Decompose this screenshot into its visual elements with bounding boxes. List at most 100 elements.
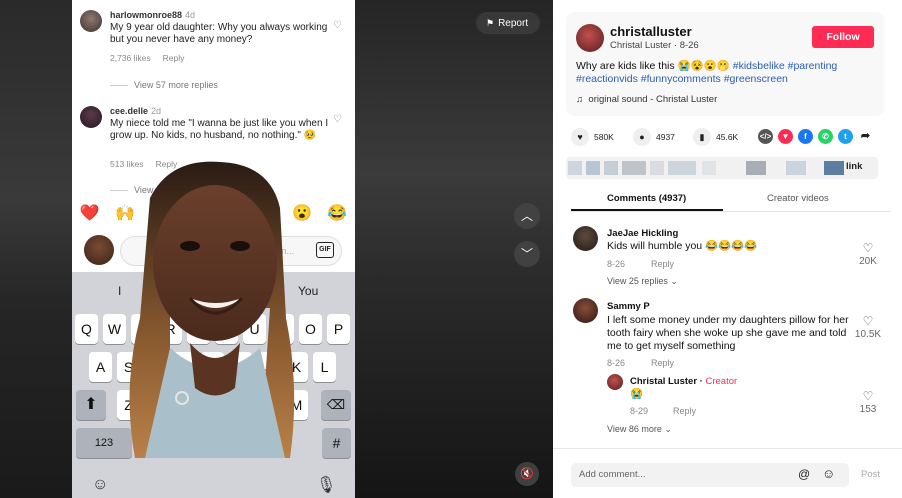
overlay-comment: harlowmonroe88 4d My 9 year old daughter:… (80, 10, 348, 70)
heart-icon: ♡ (333, 114, 342, 125)
view-more-replies-link[interactable]: View 86 more ⌄ (607, 424, 672, 435)
action-bar: ♥ 580K ● 4937 ▮ 45.6K </> ▼ f ✆ t ➦ (571, 127, 891, 147)
video-player[interactable]: harlowmonroe88 4d My 9 year old daughter:… (0, 0, 553, 498)
emoji-icon[interactable]: ☺ (822, 466, 835, 481)
post-caption: Why are kids like this 😭😵😮🫢 #kidsbelike … (576, 60, 838, 85)
tiktok-share-icon[interactable]: ▼ (778, 129, 793, 144)
avatar[interactable] (573, 226, 598, 251)
keyboard-key: P (327, 314, 350, 344)
heart-icon: ♡ (333, 20, 342, 31)
redacted-block (702, 161, 716, 175)
redacted-block (650, 161, 664, 175)
redacted-block (622, 161, 646, 175)
view-replies-link[interactable]: View 25 replies ⌄ (607, 276, 678, 287)
flag-icon: ⚑ (486, 18, 495, 28)
previous-video-button[interactable]: ︿ (514, 203, 540, 229)
report-button[interactable]: ⚑ Report (476, 12, 540, 34)
link-label[interactable]: link (846, 161, 862, 172)
comment-text: Kids will humble you 😂😂😂😂 (607, 240, 758, 252)
music-note-icon: ♫ (576, 94, 584, 105)
tab-underline (571, 209, 723, 211)
comment-button[interactable]: ● 4937 (633, 127, 675, 147)
backspace-key: ⌫ (321, 390, 351, 420)
reply-button[interactable]: Reply (651, 358, 674, 368)
heart-icon: ♡ (862, 389, 874, 403)
chevron-down-icon: ⌄ (670, 276, 678, 286)
post-subtitle: Christal Luster · 8-26 (610, 40, 699, 51)
post-description-card: christalluster Christal Luster · 8-26 Fo… (566, 12, 884, 116)
redacted-block (586, 161, 600, 175)
mute-button[interactable]: 🔇 (515, 462, 539, 486)
comment-text: My 9 year old daughter: Why you always w… (110, 22, 328, 45)
avatar[interactable] (576, 24, 604, 52)
redacted-block (746, 161, 766, 175)
video-blur-left (0, 0, 72, 498)
add-comment-input[interactable]: Add comment... @ ☺ (571, 463, 849, 487)
avatar[interactable] (573, 298, 598, 323)
comment-item: Sammy P I left some money under my daugh… (573, 298, 883, 438)
hashtag-link[interactable]: #funnycomments (641, 73, 721, 85)
comment-item: JaeJae Hickling Kids will humble you 😂😂😂… (573, 226, 883, 290)
comment-username: cee.delle 2d (110, 106, 162, 116)
comment-text: My niece told me "I wanna be just like y… (110, 118, 329, 141)
next-video-button[interactable]: ﹀ (514, 241, 540, 267)
comment-meta: 2,736 likes Reply (110, 53, 185, 63)
post-username[interactable]: christalluster (610, 24, 692, 39)
post-button[interactable]: Post (861, 469, 880, 480)
keyboard-key: A (89, 352, 112, 382)
reply-text: 😭 (630, 388, 644, 400)
avatar[interactable] (607, 374, 623, 390)
comment-author[interactable]: JaeJae Hickling (607, 228, 678, 239)
hashtag-link[interactable]: #greenscreen (724, 73, 788, 85)
copy-link-bar[interactable]: link (566, 157, 878, 179)
chevron-down-icon: ﹀ (520, 247, 533, 261)
emoji-reaction: ❤️ (79, 205, 100, 222)
share-arrow-icon[interactable]: ➦ (858, 129, 873, 144)
redacted-block (824, 161, 844, 175)
heart-icon: ♥ (571, 128, 589, 146)
twitter-icon[interactable]: t (838, 129, 853, 144)
reply-author[interactable]: Christal Luster · Creator (630, 376, 737, 387)
tab-comments[interactable]: Comments (4937) (607, 193, 686, 204)
comment-username: harlowmonroe88 4d (110, 10, 196, 20)
avatar (80, 10, 102, 32)
microphone-icon: 🎙 (316, 477, 337, 494)
comment-like-button[interactable]: ♡ 10.5K (853, 315, 883, 340)
chevron-up-icon: ︿ (520, 209, 533, 223)
bookmark-icon: ▮ (693, 128, 711, 146)
mention-icon[interactable]: @ (798, 467, 810, 481)
emoji-reaction: 😂 (327, 205, 348, 222)
comment-author[interactable]: Sammy P (607, 301, 650, 312)
creator-greenscreen-overlay (129, 161, 295, 458)
hashtag-link[interactable]: #kidsbelike (733, 60, 785, 72)
reply-button[interactable]: Reply (673, 406, 696, 416)
redacted-block (604, 161, 618, 175)
shift-key: ⬆ (76, 390, 106, 420)
comment-like-button[interactable]: ♡ 20K (853, 242, 883, 267)
follow-button[interactable]: Follow (812, 26, 874, 48)
like-button[interactable]: ♥ 580K (571, 127, 614, 147)
hashtag-link[interactable]: #parenting (788, 60, 838, 72)
hashtag-link[interactable]: #reactionvids (576, 73, 638, 85)
reply-button[interactable]: Reply (651, 259, 674, 269)
comment-date: 8-26 (607, 259, 626, 269)
avatar (80, 106, 102, 128)
emoji-keyboard-icon: ☺ (92, 476, 109, 493)
creator-badge: Creator (705, 376, 738, 387)
reply-like-button[interactable]: ♡ 153 (853, 390, 883, 415)
facebook-icon[interactable]: f (798, 129, 813, 144)
whatsapp-icon[interactable]: ✆ (818, 129, 833, 144)
save-button[interactable]: ▮ 45.6K (693, 127, 738, 147)
sound-link[interactable]: ♫ original sound - Christal Luster (576, 94, 717, 105)
comment-icon: ● (633, 128, 651, 146)
view-more-replies: View 57 more replies (110, 80, 218, 90)
heart-icon: ♡ (862, 241, 874, 255)
redacted-block (568, 161, 582, 175)
comment-composer: Add comment... @ ☺ Post (553, 448, 902, 498)
tab-bar: Comments (4937) Creator videos (571, 190, 891, 212)
embed-icon[interactable]: </> (758, 129, 773, 144)
chevron-down-icon: ⌄ (664, 424, 672, 434)
keyboard-key: Q (75, 314, 98, 344)
tab-creator-videos[interactable]: Creator videos (767, 193, 829, 204)
reply-date: 8-29 (630, 406, 649, 416)
